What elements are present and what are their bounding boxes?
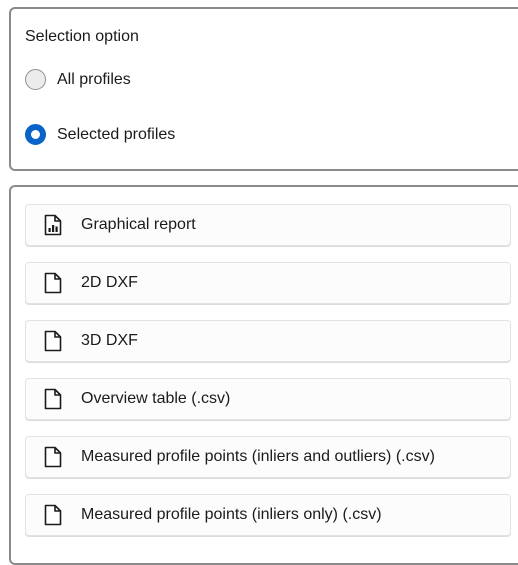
export-item-label: 2D DXF xyxy=(81,274,138,291)
export-item-label: Measured profile points (inliers and out… xyxy=(81,448,435,465)
export-item-graphical-report[interactable]: Graphical report xyxy=(25,204,511,246)
selection-option-panel: Selection option All profiles Selected p… xyxy=(9,7,518,171)
radio-label-all-profiles: All profiles xyxy=(57,70,131,88)
radio-checked-icon[interactable] xyxy=(25,124,46,145)
export-item-3d-dxf[interactable]: 3D DXF xyxy=(25,320,511,362)
radio-selected-profiles[interactable]: Selected profiles xyxy=(25,124,175,145)
document-icon xyxy=(44,272,62,294)
selection-option-title: Selection option xyxy=(25,28,139,45)
document-icon xyxy=(44,388,62,410)
export-item-profile-points-inliers-only[interactable]: Measured profile points (inliers only) (… xyxy=(25,494,511,536)
document-icon xyxy=(44,330,62,352)
export-item-profile-points-inliers-outliers[interactable]: Measured profile points (inliers and out… xyxy=(25,436,511,478)
export-options-panel: Graphical report 2D DXF 3D DXF Overview … xyxy=(9,185,518,565)
export-item-label: 3D DXF xyxy=(81,332,138,349)
export-item-2d-dxf[interactable]: 2D DXF xyxy=(25,262,511,304)
export-item-label: Measured profile points (inliers only) (… xyxy=(81,506,382,523)
report-chart-icon xyxy=(44,214,62,236)
radio-all-profiles[interactable]: All profiles xyxy=(25,69,131,90)
export-item-label: Graphical report xyxy=(81,216,196,233)
radio-label-selected-profiles: Selected profiles xyxy=(57,125,176,143)
export-item-label: Overview table (.csv) xyxy=(81,390,231,407)
document-icon xyxy=(44,504,62,526)
radio-unchecked-icon[interactable] xyxy=(25,69,46,90)
document-icon xyxy=(44,446,62,468)
export-item-overview-table-csv[interactable]: Overview table (.csv) xyxy=(25,378,511,420)
